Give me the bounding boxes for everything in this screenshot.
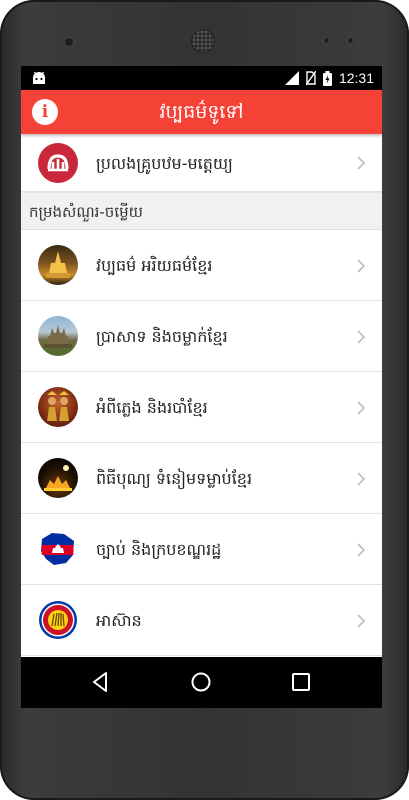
app-bar: i វប្បធម៌ទូទៅ bbox=[21, 90, 382, 134]
festival-night-icon bbox=[38, 458, 78, 498]
recents-icon[interactable] bbox=[289, 670, 313, 694]
list-item-label: ប្រលងគ្រូបឋម-មត្តេយ្យ bbox=[96, 154, 233, 173]
list-item-label: ប្រាសាទ និងចម្លាក់ខ្មែរ bbox=[96, 327, 228, 346]
phone-frame: 12:31 i វប្បធម៌ទូទៅ ប្រលងគ្រូបឋម-មត្តេយ្… bbox=[0, 0, 409, 800]
battery-icon bbox=[322, 70, 332, 86]
chevron-right-icon bbox=[357, 472, 366, 486]
page-title: វប្បធម៌ទូទៅ bbox=[159, 101, 244, 123]
home-icon[interactable] bbox=[189, 670, 213, 694]
chevron-right-icon bbox=[357, 156, 366, 170]
no-sim-icon bbox=[305, 71, 316, 85]
golden-temple-icon bbox=[38, 245, 78, 285]
chevron-right-icon bbox=[357, 259, 366, 273]
list-item-exam[interactable]: ប្រលងគ្រូបឋម-មត្តេយ្យ bbox=[21, 134, 382, 192]
list-item-music-dance[interactable]: អំពីភ្លេង និងរបាំខ្មែរ bbox=[21, 372, 382, 443]
section-header: កម្រងសំណួរ-ចម្លើយ bbox=[21, 192, 382, 230]
asean-emblem-icon bbox=[38, 600, 78, 640]
status-bar: 12:31 bbox=[21, 66, 382, 90]
list-item-temples[interactable]: ប្រាសាទ និងចម្លាក់ខ្មែរ bbox=[21, 301, 382, 372]
list-item-law[interactable]: ច្បាប់ និងក្របខណ្ឌរដ្ឋ bbox=[21, 514, 382, 585]
cambodia-flag-map-icon bbox=[38, 529, 78, 569]
signal-icon bbox=[284, 71, 299, 85]
list-item-label: អំពីភ្លេង និងរបាំខ្មែរ bbox=[96, 398, 208, 417]
list-item-asean[interactable]: អាស៊ាន bbox=[21, 585, 382, 656]
back-icon[interactable] bbox=[89, 670, 113, 694]
chevron-right-icon bbox=[357, 401, 366, 415]
angkor-temple-icon bbox=[38, 316, 78, 356]
chevron-right-icon bbox=[357, 614, 366, 628]
chevron-right-icon bbox=[357, 543, 366, 557]
info-icon[interactable]: i bbox=[32, 99, 58, 125]
list-item-label: ច្បាប់ និងក្របខណ្ឌរដ្ឋ bbox=[96, 540, 222, 559]
chevron-right-icon bbox=[357, 330, 366, 344]
clock: 12:31 bbox=[338, 70, 374, 86]
navigation-bar bbox=[21, 657, 382, 708]
list-item-festivals[interactable]: ពិធីបុណ្យ ទំនៀមទម្លាប់ខ្មែរ bbox=[21, 443, 382, 514]
screen: 12:31 i វប្បធម៌ទូទៅ ប្រលងគ្រូបឋម-មត្តេយ្… bbox=[21, 66, 382, 708]
list-item-label: វប្បធម៌ អរិយធម៌ខ្មែរ bbox=[96, 256, 213, 275]
category-list[interactable]: ប្រលងគ្រូបឋម-មត្តេយ្យ កម្រងសំណួរ-ចម្លើយ … bbox=[21, 134, 382, 657]
earpiece-speaker bbox=[192, 30, 214, 52]
front-camera bbox=[65, 38, 73, 46]
khmer-letter-logo-icon bbox=[38, 143, 78, 183]
proximity-sensor bbox=[324, 38, 329, 43]
android-icon bbox=[33, 71, 45, 84]
section-header-label: កម្រងសំណួរ-ចម្លើយ bbox=[29, 203, 143, 221]
list-item-label: ពិធីបុណ្យ ទំនៀមទម្លាប់ខ្មែរ bbox=[96, 469, 253, 488]
light-sensor bbox=[348, 38, 353, 43]
list-item-label: អាស៊ាន bbox=[96, 611, 142, 630]
list-item-culture[interactable]: វប្បធម៌ អរិយធម៌ខ្មែរ bbox=[21, 230, 382, 301]
apsara-dancers-icon bbox=[38, 387, 78, 427]
